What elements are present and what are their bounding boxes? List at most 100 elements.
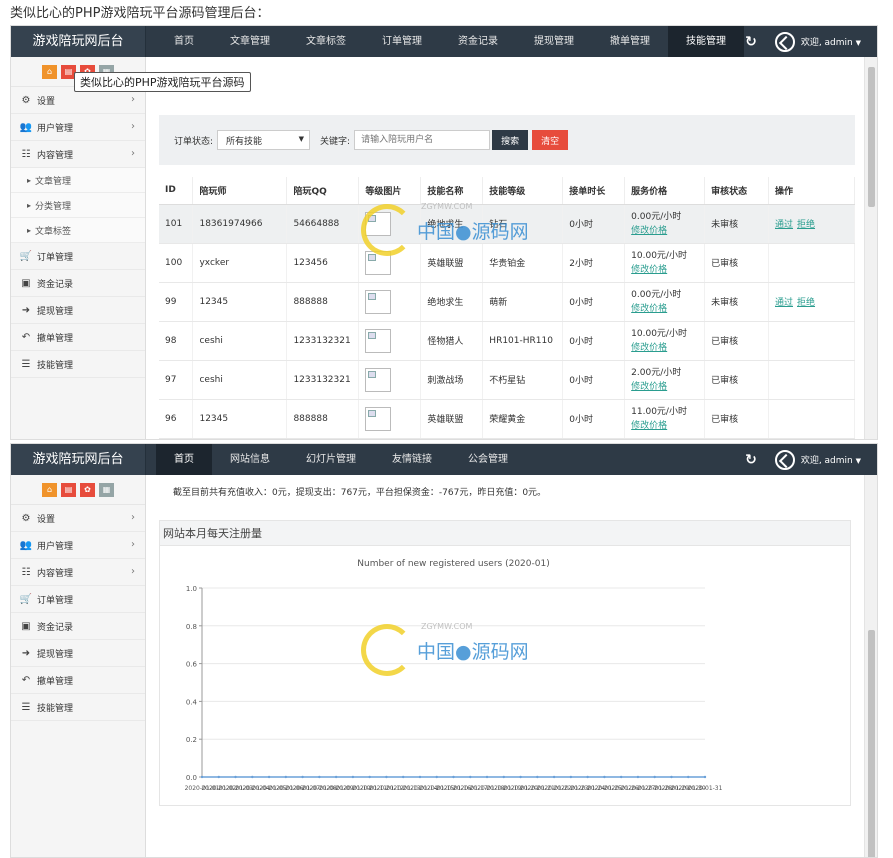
user-menu-icon[interactable]: [774, 449, 795, 470]
nav-item-5[interactable]: 公会管理: [450, 444, 526, 475]
cell-duration: 0小时: [562, 321, 626, 361]
cell-level: 萌新: [482, 282, 564, 322]
data-point: [703, 775, 707, 779]
cell-level-image: [358, 243, 422, 283]
sidebar-item-7[interactable]: ↶ 撤单管理: [11, 324, 145, 351]
sidebar-item-4[interactable]: 🛒 订单管理: [11, 586, 145, 613]
cell-qq: 1233132321: [286, 360, 360, 400]
sidebar-item-6[interactable]: ➜ 提现管理: [11, 640, 145, 667]
nav-item-2[interactable]: 网站信息: [212, 444, 288, 475]
settings-shortcut-icon[interactable]: ✿: [80, 482, 95, 497]
cell-skill: 绝地求生: [420, 204, 484, 244]
sidebar-item-1[interactable]: ⚙ 设置 ›: [11, 505, 145, 532]
cell-ops: [768, 321, 855, 361]
cell-price: 0.00元/小时 修改价格: [624, 282, 706, 322]
nav-item-7[interactable]: 撤单管理: [592, 26, 668, 57]
edit-price-link[interactable]: 修改价格: [631, 343, 667, 353]
cell-level-image: [358, 321, 422, 361]
vertical-scrollbar[interactable]: [864, 475, 877, 857]
nav-item-1[interactable]: 首页: [156, 444, 212, 475]
sidebar-subitem-3[interactable]: ▸ 文章标签: [11, 218, 145, 243]
brand-title[interactable]: 游戏陪玩网后台: [11, 444, 146, 475]
edit-price-link[interactable]: 修改价格: [631, 265, 667, 275]
nav-item-8[interactable]: 技能管理: [668, 26, 744, 57]
table-header-10: 操作: [768, 177, 855, 205]
reject-link[interactable]: 拒绝: [797, 220, 815, 230]
sidebar-item-8[interactable]: ☰ 技能管理: [11, 351, 145, 378]
table-header-7: 接单时长: [562, 177, 626, 205]
sidebar-item-7[interactable]: ↶ 撤单管理: [11, 667, 145, 694]
cell-qq: 54664888: [286, 204, 360, 244]
cell-skill: 怪物猎人: [420, 321, 484, 361]
sidebar-item-label: 提现管理: [37, 306, 74, 317]
sidebar-item-6[interactable]: ➜ 提现管理: [11, 297, 145, 324]
edit-price-link[interactable]: 修改价格: [631, 304, 667, 314]
nav-item-4[interactable]: 友情链接: [374, 444, 450, 475]
data-point: [469, 775, 472, 779]
approve-link[interactable]: 通过: [775, 298, 793, 308]
chevron-right-icon: ›: [131, 94, 135, 105]
home-shortcut-icon[interactable]: ⌂: [42, 64, 57, 79]
clear-button[interactable]: 清空: [532, 130, 569, 150]
data-point: [267, 775, 271, 779]
y-tick-label: 0.2: [186, 736, 197, 744]
sidebar-item-3[interactable]: ☷ 内容管理 ›: [11, 141, 145, 168]
keyword-input[interactable]: [354, 130, 491, 150]
top-navbar: 游戏陪玩网后台 首页 网站信息 幻灯片管理 友情链接 公会管理 ↻ 欢迎, admin …: [11, 444, 877, 475]
broken-image-icon: [365, 328, 392, 353]
brand-title[interactable]: 游戏陪玩网后台: [11, 26, 146, 57]
scrollbar-thumb[interactable]: [868, 630, 875, 857]
sidebar-item-3[interactable]: ☷ 内容管理 ›: [11, 559, 145, 586]
price-text: 10.00元/小时: [631, 329, 687, 339]
cell-duration: 2小时: [562, 243, 626, 283]
sidebar-item-icon: ↶: [21, 674, 31, 686]
approve-link[interactable]: 通过: [775, 220, 793, 230]
edit-price-link[interactable]: 修改价格: [631, 226, 667, 236]
cell-ops: [768, 399, 855, 439]
sidebar-item-5[interactable]: ▣ 资金记录: [11, 270, 145, 297]
sidebar-subitem-2[interactable]: ▸ 分类管理: [11, 193, 145, 218]
sidebar-item-icon: ➜: [21, 304, 31, 316]
refresh-icon[interactable]: ↻: [745, 452, 757, 468]
nav-item-4[interactable]: 订单管理: [364, 26, 440, 57]
nav-item-2[interactable]: 文章管理: [212, 26, 288, 57]
list-shortcut-icon[interactable]: ▦: [99, 482, 114, 497]
vertical-scrollbar[interactable]: [864, 57, 877, 439]
search-button[interactable]: 搜索: [492, 130, 529, 150]
sidebar-subitem-1[interactable]: ▸ 文章管理: [11, 168, 145, 193]
cell-status: 已审核: [704, 321, 769, 361]
sidebar-item-icon: ➜: [21, 647, 31, 659]
reject-link[interactable]: 拒绝: [797, 298, 815, 308]
sidebar-item-2[interactable]: 👥 用户管理 ›: [11, 532, 145, 559]
sidebar-item-8[interactable]: ☰ 技能管理: [11, 694, 145, 721]
nav-item-5[interactable]: 资金记录: [440, 26, 516, 57]
status-select[interactable]: 所有技能 ▼: [217, 130, 311, 150]
cell-level: HR101-HR110: [482, 321, 564, 361]
status-filter-label: 订单状态:: [174, 136, 214, 147]
cell-price: 10.00元/小时 修改价格: [624, 321, 706, 361]
nav-item-1[interactable]: 首页: [156, 26, 212, 57]
price-text: 0.00元/小时: [631, 290, 682, 300]
data-point: [251, 775, 254, 779]
nav-item-6[interactable]: 提现管理: [516, 26, 592, 57]
welcome-user[interactable]: 欢迎, admin ▼: [801, 35, 861, 48]
welcome-user[interactable]: 欢迎, admin ▼: [801, 453, 861, 466]
edit-price-link[interactable]: 修改价格: [631, 382, 667, 392]
y-tick-label: 1.0: [186, 585, 197, 593]
edit-price-link[interactable]: 修改价格: [631, 421, 667, 431]
sidebar-item-label: 资金记录: [37, 279, 74, 290]
y-tick-label: 0.0: [186, 774, 197, 782]
sidebar-item-4[interactable]: 🛒 订单管理: [11, 243, 145, 270]
home-shortcut-icon[interactable]: ⌂: [42, 482, 57, 497]
user-menu-icon[interactable]: [774, 31, 795, 52]
refresh-icon[interactable]: ↻: [745, 34, 757, 50]
sidebar-item-icon: ☷: [21, 148, 31, 160]
top-right-tools: ↻ 欢迎, admin ▼: [745, 444, 877, 475]
scrollbar-thumb[interactable]: [868, 67, 875, 207]
document-shortcut-icon[interactable]: ▤: [61, 482, 76, 497]
cell-id: 100: [159, 243, 194, 283]
nav-item-3[interactable]: 文章标签: [288, 26, 364, 57]
sidebar-item-2[interactable]: 👥 用户管理 ›: [11, 114, 145, 141]
nav-item-3[interactable]: 幻灯片管理: [288, 444, 374, 475]
sidebar-item-5[interactable]: ▣ 资金记录: [11, 613, 145, 640]
